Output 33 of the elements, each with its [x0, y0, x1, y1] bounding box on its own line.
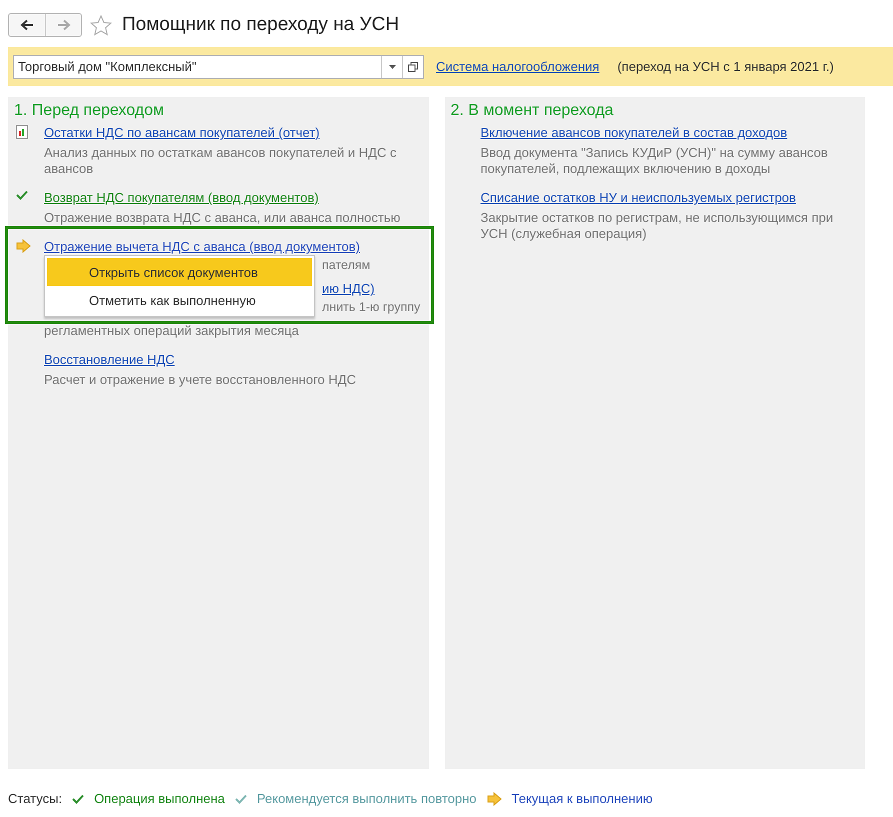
- step-link[interactable]: Включение авансов покупателей в состав доходов: [480, 125, 788, 140]
- star-icon[interactable]: [90, 14, 112, 36]
- step-link[interactable]: ию НДС): [322, 281, 375, 296]
- step-description: Анализ данных по остаткам авансов покупателей и НДС с авансов: [44, 145, 398, 177]
- back-arrow-icon: [20, 19, 34, 31]
- step-description: Закрытие остатков по регистрам, не использующимся при УСН (служебная операция): [480, 210, 834, 242]
- step-description: пателям: [322, 258, 370, 272]
- tax-system-link[interactable]: Система налогообложения: [436, 59, 600, 74]
- step-link[interactable]: Восстановление НДС: [44, 352, 175, 367]
- menu-item[interactable]: Отметить как выполненную: [47, 286, 312, 314]
- step-link[interactable]: Отражение вычета НДС с аванса (ввод документов): [44, 239, 360, 254]
- step-link[interactable]: Возврат НДС покупателям (ввод документов): [44, 190, 319, 205]
- window-title: Помощник по переходу на УСН: [122, 14, 400, 36]
- legend-text: Операция выполнена: [94, 791, 225, 806]
- step-description: Ввод документа "Запись КУДиР (УСН)" на сумму авансов покупателей, подлежащих включению в доходы: [480, 145, 829, 177]
- section-title: 1. Перед переходом: [14, 102, 166, 120]
- step-description: Расчет и отражение в учете восстановленного НДС: [44, 372, 357, 388]
- caret-icon: [388, 64, 396, 68]
- transition-note: (переход на УСН с 1 января 2021 г.): [617, 59, 834, 74]
- legend-text: Рекомендуется выполнить повторно: [256, 791, 477, 806]
- step-description: регламентных операций закрытия месяца: [44, 323, 300, 339]
- section-title: 2. В момент перехода: [450, 102, 614, 120]
- legend-label: Статусы:: [8, 791, 62, 806]
- step-link[interactable]: Списание остатков НУ и неиспользуемых регистров: [480, 190, 796, 205]
- select-value: Торговый дом "Комплексный": [17, 59, 198, 74]
- forward-arrow-icon: [56, 19, 70, 31]
- step-link[interactable]: Остатки НДС по авансам покупателей (отчет): [44, 125, 320, 140]
- legend-text: Текущая к выполнению: [512, 791, 653, 806]
- menu-item[interactable]: Открыть список документов: [47, 258, 312, 286]
- step-description: Отражение возврата НДС с аванса, или аванса полностью: [44, 210, 402, 226]
- step-description: лнить 1-ю группу: [322, 300, 420, 314]
- organization-select[interactable]: Торговый дом "Комплексный": [13, 54, 424, 78]
- open-window-icon: [408, 62, 418, 72]
